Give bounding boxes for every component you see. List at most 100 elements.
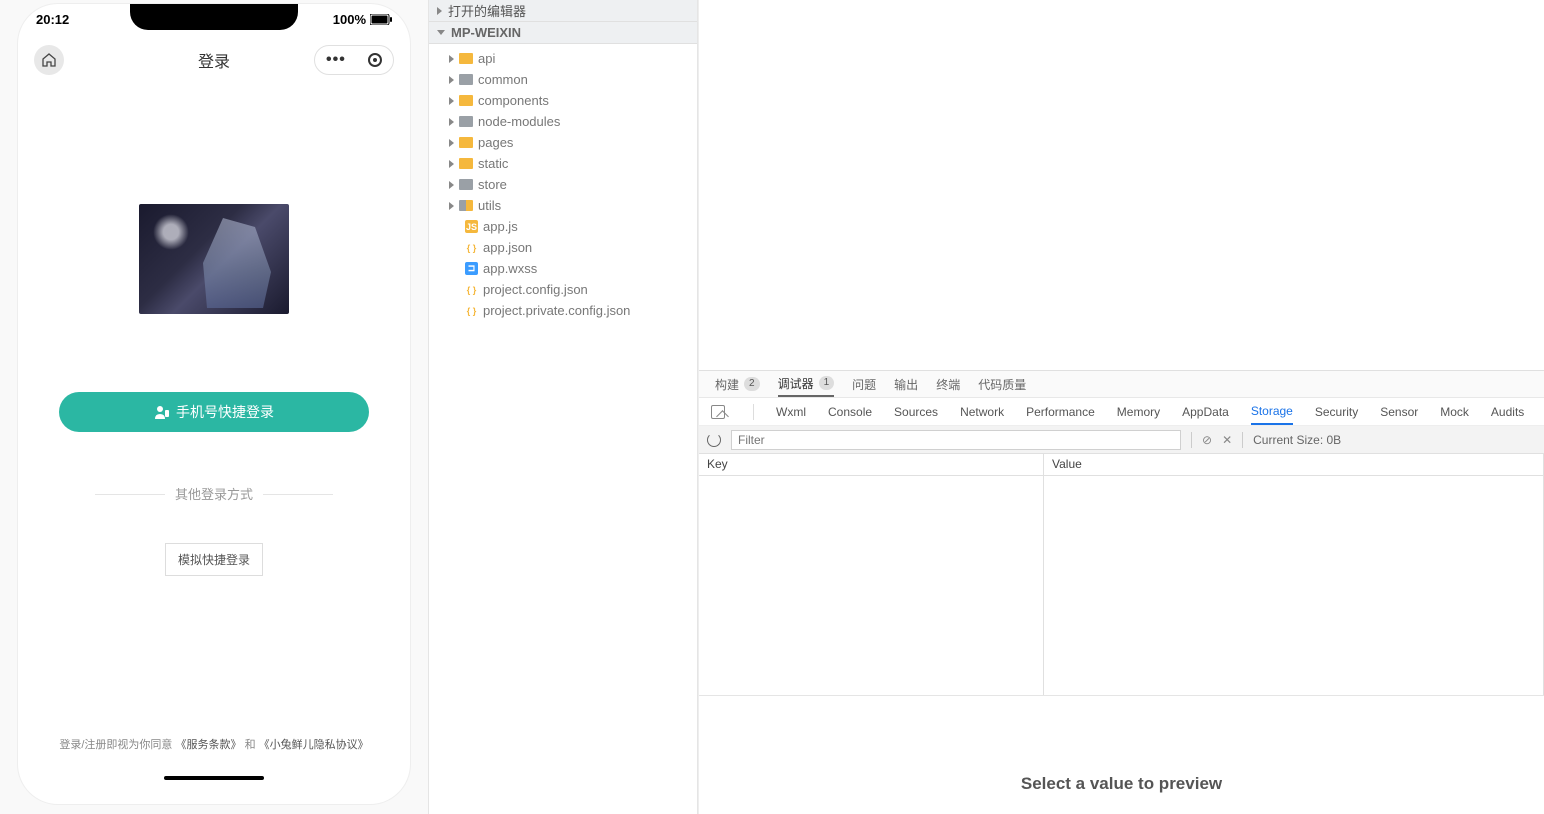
agree-prefix: 登录/注册即视为你同意 — [59, 739, 172, 751]
folder-static[interactable]: static — [429, 153, 697, 174]
chevron-right-icon — [437, 7, 442, 15]
file-label: app.json — [483, 240, 532, 255]
tab-problems[interactable]: 问题 — [852, 371, 876, 397]
file-explorer: 打开的编辑器 MP-WEIXIN api common components node… — [428, 0, 698, 814]
tab-quality[interactable]: 代码质量 — [978, 371, 1026, 397]
value-preview: Select a value to preview — [699, 696, 1544, 814]
chevron-right-icon — [449, 97, 454, 105]
devtab-audits[interactable]: Audits — [1491, 398, 1524, 425]
chevron-right-icon — [449, 202, 454, 210]
file-app.js[interactable]: JS app.js — [429, 216, 697, 237]
file-icon: { } — [465, 283, 478, 296]
inspector-icon[interactable] — [711, 405, 725, 419]
chevron-right-icon — [449, 160, 454, 168]
home-indicator — [164, 776, 264, 780]
devtab-appdata[interactable]: AppData — [1182, 398, 1229, 425]
folder-label: store — [478, 177, 507, 192]
folder-icon — [459, 74, 473, 85]
mock-login-button[interactable]: 模拟快捷登录 — [165, 543, 263, 576]
folder-label: node-modules — [478, 114, 560, 129]
folder-components[interactable]: components — [429, 90, 697, 111]
nav-bar: 登录 ••• — [18, 38, 410, 82]
file-project.private.config.json[interactable]: { }project.private.config.json — [429, 300, 697, 321]
right-panel: 构建2 调试器1 问题 输出 终端 代码质量 Wxml Console Source… — [698, 0, 1544, 814]
capsule-menu[interactable]: ••• — [314, 45, 394, 75]
devtab-mock[interactable]: Mock — [1440, 398, 1469, 425]
login-screen: 手机号快捷登录 其他登录方式 模拟快捷登录 登录/注册即视为你同意 《服务条款》… — [18, 86, 410, 786]
devtab-console[interactable]: Console — [828, 398, 872, 425]
file-icon: ⊐ — [465, 262, 478, 275]
file-icon: { } — [465, 304, 478, 317]
tab-terminal[interactable]: 终端 — [936, 371, 960, 397]
nav-title: 登录 — [198, 48, 230, 72]
filter-input[interactable] — [731, 430, 1181, 450]
devtab-storage[interactable]: Storage — [1251, 398, 1293, 425]
devtab-memory[interactable]: Memory — [1117, 398, 1160, 425]
storage-table-header: Key Value — [699, 454, 1544, 476]
devtab-wxml[interactable]: Wxml — [776, 398, 806, 425]
devtab-performance[interactable]: Performance — [1026, 398, 1095, 425]
folder-icon — [459, 53, 473, 64]
battery-icon — [370, 14, 392, 25]
folder-label: api — [478, 51, 495, 66]
delete-icon[interactable]: ✕ — [1222, 433, 1232, 447]
folder-label: pages — [478, 135, 513, 150]
storage-table-body[interactable] — [699, 476, 1544, 696]
chevron-right-icon — [449, 55, 454, 63]
devtab-sensor[interactable]: Sensor — [1380, 398, 1418, 425]
folder-icon — [459, 200, 473, 211]
storage-size: Current Size: 0B — [1253, 433, 1341, 447]
file-icon: JS — [465, 220, 478, 233]
battery-pct: 100% — [333, 12, 366, 27]
open-editors-label: 打开的编辑器 — [448, 1, 526, 20]
tab-debugger[interactable]: 调试器1 — [778, 371, 835, 397]
header-value[interactable]: Value — [1044, 454, 1544, 475]
folder-api[interactable]: api — [429, 48, 697, 69]
folder-pages[interactable]: pages — [429, 132, 697, 153]
devtab-sources[interactable]: Sources — [894, 398, 938, 425]
simulator-column: 20:12 100% 登录 ••• 手机号快捷登录 其他登录方式 模拟快捷登录 — [0, 0, 428, 814]
folder-icon — [459, 95, 473, 106]
capsule-more-icon[interactable]: ••• — [326, 51, 346, 69]
folder-utils[interactable]: utils — [429, 195, 697, 216]
chevron-right-icon — [449, 139, 454, 147]
file-project.config.json[interactable]: { }project.config.json — [429, 279, 697, 300]
chevron-right-icon — [449, 118, 454, 126]
chevron-down-icon — [437, 30, 445, 35]
tab-build[interactable]: 构建2 — [715, 371, 760, 397]
separator — [1242, 432, 1243, 448]
refresh-icon[interactable] — [707, 433, 721, 447]
tab-debugger-label: 调试器 — [778, 375, 814, 392]
separator — [753, 404, 754, 420]
folder-store[interactable]: store — [429, 174, 697, 195]
phone-login-button[interactable]: 手机号快捷登录 — [59, 392, 369, 432]
project-root[interactable]: MP-WEIXIN — [429, 22, 697, 44]
file-app.json[interactable]: { }app.json — [429, 237, 697, 258]
devtab-network[interactable]: Network — [960, 398, 1004, 425]
file-label: app.js — [483, 219, 518, 234]
agreement-text: 登录/注册即视为你同意 《服务条款》 和 《小兔鲜儿隐私协议》 — [59, 736, 368, 752]
folder-label: utils — [478, 198, 501, 213]
file-label: app.wxss — [483, 261, 537, 276]
privacy-link[interactable]: 《小兔鲜儿隐私协议》 — [259, 739, 369, 751]
folder-common[interactable]: common — [429, 69, 697, 90]
file-app.wxss[interactable]: ⊐ app.wxss — [429, 258, 697, 279]
tab-output[interactable]: 输出 — [894, 371, 918, 397]
tab-build-label: 构建 — [715, 376, 739, 393]
storage-toolbar: ⊘ ✕ Current Size: 0B — [699, 426, 1544, 454]
chevron-right-icon — [449, 76, 454, 84]
folder-node-modules[interactable]: node-modules — [429, 111, 697, 132]
header-key[interactable]: Key — [699, 454, 1044, 475]
folder-label: components — [478, 93, 549, 108]
terms-link[interactable]: 《服务条款》 — [176, 739, 242, 751]
bottom-panel-tabs: 构建2 调试器1 问题 输出 终端 代码质量 — [699, 370, 1544, 398]
home-icon — [41, 52, 57, 68]
home-button[interactable] — [34, 45, 64, 75]
devtab-security[interactable]: Security — [1315, 398, 1358, 425]
capsule-close-icon[interactable] — [368, 53, 382, 67]
chevron-right-icon — [449, 181, 454, 189]
clear-icon[interactable]: ⊘ — [1202, 433, 1212, 447]
file-tree: api common components node-modules pages stat… — [429, 44, 697, 325]
folder-icon — [459, 179, 473, 190]
open-editors-section[interactable]: 打开的编辑器 — [429, 0, 697, 22]
